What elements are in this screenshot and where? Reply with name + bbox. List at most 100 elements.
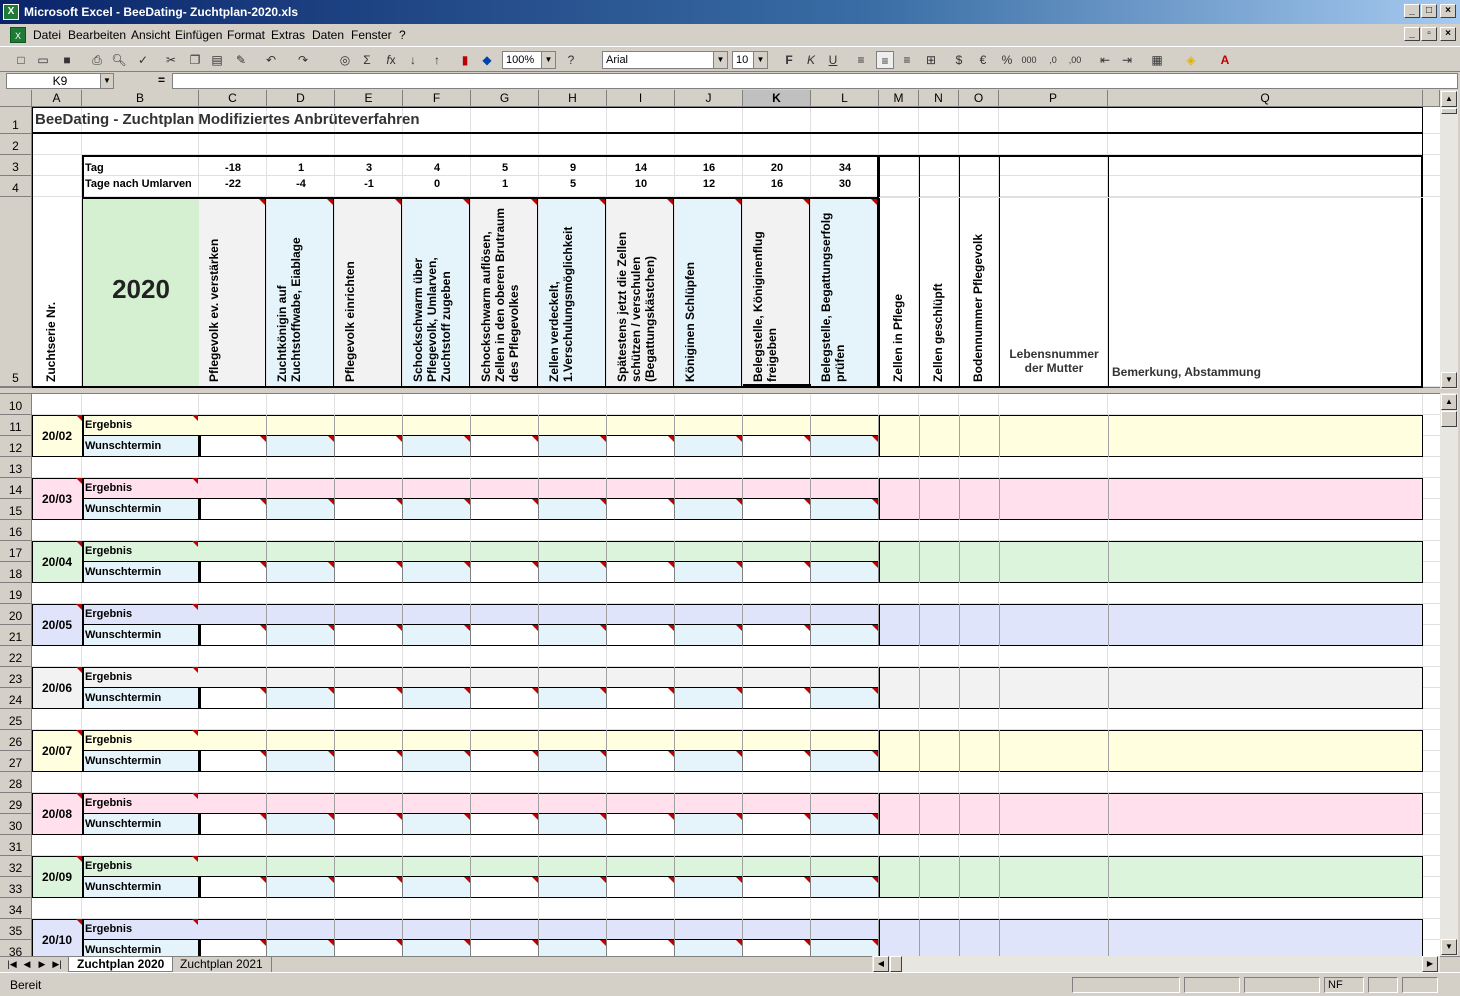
- wunschtermin-cell[interactable]: [199, 562, 267, 583]
- wunschtermin-cell[interactable]: [403, 436, 471, 457]
- wunschtermin-cell[interactable]: [199, 688, 267, 709]
- result-right-block[interactable]: [879, 604, 1423, 646]
- row-header[interactable]: 19: [0, 583, 32, 604]
- row-header[interactable]: 30: [0, 814, 32, 835]
- wunschtermin-cell[interactable]: [539, 688, 607, 709]
- wunschtermin-cell[interactable]: [199, 814, 267, 835]
- row-header[interactable]: 27: [0, 751, 32, 772]
- chevron-down-icon[interactable]: ▼: [541, 52, 555, 68]
- wunschtermin-cell[interactable]: [539, 940, 607, 956]
- row-header[interactable]: 32: [0, 856, 32, 877]
- wunschtermin-cell[interactable]: [471, 499, 539, 520]
- scroll-thumb[interactable]: [1441, 411, 1457, 427]
- result-right-block[interactable]: [879, 919, 1423, 956]
- wunschtermin-cell[interactable]: [267, 688, 335, 709]
- result-right-block[interactable]: [879, 541, 1423, 583]
- menu-ansicht[interactable]: Ansicht: [131, 28, 170, 42]
- wunschtermin-cell[interactable]: [403, 751, 471, 772]
- font-color-icon[interactable]: A: [1216, 51, 1234, 69]
- borders-icon[interactable]: ▦: [1148, 51, 1166, 69]
- wunschtermin-cell[interactable]: [811, 499, 879, 520]
- wunschtermin-cell[interactable]: [743, 814, 811, 835]
- wunschtermin-cell[interactable]: [267, 625, 335, 646]
- scroll-up-icon[interactable]: ▲: [1441, 394, 1457, 410]
- doc-minimize-button[interactable]: _: [1404, 27, 1420, 41]
- ergebnis-row[interactable]: [82, 793, 879, 814]
- column-header-k[interactable]: K: [743, 90, 811, 107]
- paste-icon[interactable]: ▤: [208, 51, 226, 69]
- wunschtermin-cell[interactable]: [267, 751, 335, 772]
- ergebnis-row[interactable]: [82, 541, 879, 562]
- row-header[interactable]: 17: [0, 541, 32, 562]
- increase-decimal-icon[interactable]: ,0: [1044, 51, 1062, 69]
- row-header[interactable]: 12: [0, 436, 32, 457]
- increase-indent-icon[interactable]: ⇥: [1118, 51, 1136, 69]
- menu-help[interactable]: ?: [399, 28, 406, 42]
- redo-icon[interactable]: ↷: [294, 51, 312, 69]
- row-header[interactable]: 10: [0, 394, 32, 415]
- fill-color-icon[interactable]: ◈: [1182, 51, 1200, 69]
- column-header-m[interactable]: M: [879, 90, 919, 107]
- wunschtermin-cell[interactable]: [811, 562, 879, 583]
- bold-icon[interactable]: F: [780, 51, 798, 69]
- wunschtermin-cell[interactable]: [811, 436, 879, 457]
- scroll-down-icon[interactable]: ▼: [1441, 372, 1457, 388]
- sort-asc-icon[interactable]: ↓: [404, 51, 422, 69]
- euro-icon[interactable]: €: [974, 51, 992, 69]
- column-header-i[interactable]: I: [607, 90, 675, 107]
- row-header[interactable]: 24: [0, 688, 32, 709]
- column-header-e[interactable]: E: [335, 90, 403, 107]
- cut-icon[interactable]: ✂: [162, 51, 180, 69]
- name-box[interactable]: K9 ▼: [6, 73, 114, 89]
- column-header-g[interactable]: G: [471, 90, 539, 107]
- print-icon[interactable]: ⎙: [88, 51, 106, 69]
- wunschtermin-cell[interactable]: [743, 436, 811, 457]
- wunschtermin-cell[interactable]: [471, 688, 539, 709]
- menu-datei[interactable]: Datei: [33, 28, 61, 42]
- decrease-indent-icon[interactable]: ⇤: [1096, 51, 1114, 69]
- menu-extras[interactable]: Extras: [271, 28, 305, 42]
- wunschtermin-cell[interactable]: [675, 436, 743, 457]
- wunschtermin-cell[interactable]: [471, 940, 539, 956]
- column-header-l[interactable]: L: [811, 90, 879, 107]
- menu-daten[interactable]: Daten: [312, 28, 344, 42]
- horizontal-scrollbar[interactable]: ◀ ▶: [872, 956, 1440, 972]
- wunschtermin-cell[interactable]: [811, 940, 879, 956]
- align-right-icon[interactable]: ≡: [898, 51, 916, 69]
- row-header[interactable]: 36: [0, 940, 32, 956]
- row-header[interactable]: 13: [0, 457, 32, 478]
- currency-format-icon[interactable]: $: [950, 51, 968, 69]
- select-all-corner[interactable]: [0, 90, 32, 107]
- drawing-icon[interactable]: ◆: [478, 51, 496, 69]
- wunschtermin-cell[interactable]: [199, 751, 267, 772]
- wunschtermin-cell[interactable]: [539, 436, 607, 457]
- copy-icon[interactable]: ❐: [186, 51, 204, 69]
- row-header[interactable]: 5: [0, 197, 32, 387]
- row-header[interactable]: 20: [0, 604, 32, 625]
- row-header[interactable]: 14: [0, 478, 32, 499]
- open-icon[interactable]: ▭: [34, 51, 52, 69]
- wunschtermin-cell[interactable]: [335, 688, 403, 709]
- row-header[interactable]: 22: [0, 646, 32, 667]
- wunschtermin-cell[interactable]: [607, 877, 675, 898]
- font-combo[interactable]: Arial ▼: [602, 51, 728, 69]
- scroll-thumb[interactable]: [1441, 108, 1457, 114]
- column-header-h[interactable]: H: [539, 90, 607, 107]
- wunschtermin-cell[interactable]: [539, 562, 607, 583]
- wunschtermin-cell[interactable]: [811, 751, 879, 772]
- wunschtermin-cell[interactable]: [607, 751, 675, 772]
- minimize-button[interactable]: _: [1404, 4, 1420, 18]
- wunschtermin-cell[interactable]: [811, 877, 879, 898]
- result-right-block[interactable]: [879, 415, 1423, 457]
- row-header[interactable]: 23: [0, 667, 32, 688]
- excel-icon[interactable]: X: [3, 4, 19, 20]
- wunschtermin-cell[interactable]: [199, 877, 267, 898]
- wunschtermin-cell[interactable]: [471, 814, 539, 835]
- row-header[interactable]: 35: [0, 919, 32, 940]
- row-header[interactable]: 18: [0, 562, 32, 583]
- menu-einfuegen[interactable]: Einfügen: [175, 28, 222, 42]
- column-header-b[interactable]: B: [82, 90, 199, 107]
- wunschtermin-cell[interactable]: [471, 877, 539, 898]
- row-header[interactable]: 3: [0, 155, 32, 176]
- wunschtermin-cell[interactable]: [335, 562, 403, 583]
